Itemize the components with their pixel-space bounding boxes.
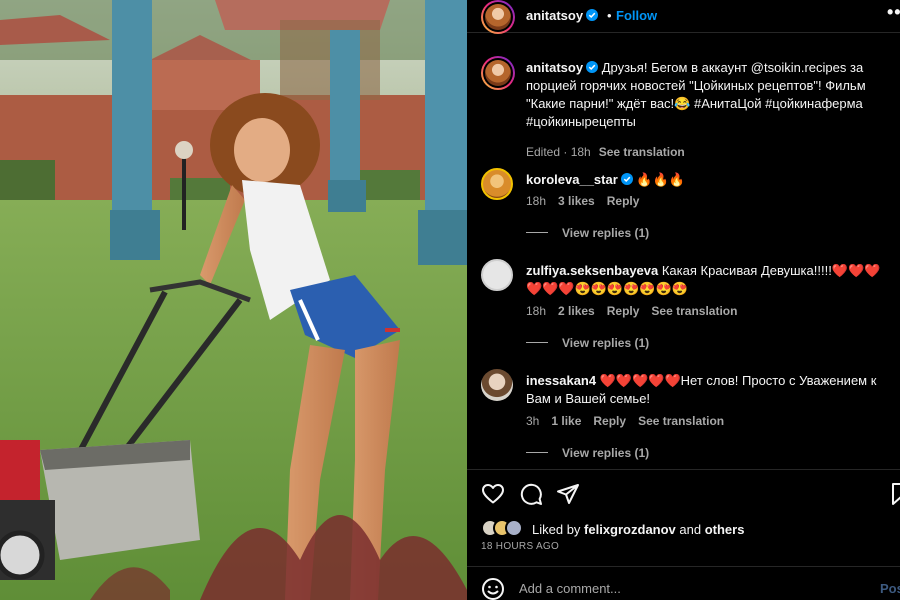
post-comment-button[interactable]: Post xyxy=(880,581,900,596)
comment-time: 18h xyxy=(526,194,547,208)
bookmark-icon[interactable] xyxy=(889,482,900,506)
comment-input[interactable] xyxy=(519,575,859,600)
liked-by-others-link[interactable]: others xyxy=(705,522,745,537)
author-username: anitatsoy xyxy=(526,8,584,23)
comment-likes[interactable]: 3 likes xyxy=(558,194,595,208)
story-ring xyxy=(481,0,515,34)
post-actions-bar xyxy=(467,478,900,510)
view-replies-label: View replies (1) xyxy=(562,226,650,240)
verified-badge-icon xyxy=(620,173,633,185)
post-timestamp[interactable]: 18 HOURS AGO xyxy=(481,541,559,552)
comment-reply-button[interactable]: Reply xyxy=(593,414,626,428)
caption-text: anitatsoy Друзья! Бегом в аккаунт @tsoik… xyxy=(526,59,896,161)
verified-badge-icon xyxy=(586,61,599,73)
view-replies-button[interactable]: View replies (1) xyxy=(526,336,649,350)
commenter-avatar[interactable] xyxy=(481,259,513,291)
view-replies-button[interactable]: View replies (1) xyxy=(526,446,649,460)
comment-meta: 18h 2 likes Reply See translation xyxy=(526,304,749,318)
comment-body: 🔥🔥🔥 xyxy=(632,172,685,187)
liked-by-user-link[interactable]: felixgrozdanov xyxy=(584,522,676,537)
comment-meta: 18h 3 likes Reply xyxy=(526,194,651,208)
emoji-icon[interactable] xyxy=(481,577,505,600)
liked-by-text: Liked by felixgrozdanov and others xyxy=(532,522,744,537)
comment-item: inessakan4 ❤️❤️❤️❤️❤️Нет слов! Просто с … xyxy=(481,369,891,464)
caption-see-translation[interactable]: See translation xyxy=(599,145,685,159)
comment-reply-button[interactable]: Reply xyxy=(607,304,640,318)
comment-username[interactable]: zulfiya.seksenbayeva xyxy=(526,263,658,278)
author-username-link[interactable]: anitatsoy xyxy=(526,8,599,23)
actions-divider xyxy=(467,469,900,470)
avatar-image xyxy=(485,60,511,86)
comment-reply-button[interactable]: Reply xyxy=(607,194,640,208)
avatar-image xyxy=(485,4,511,30)
post-header: anitatsoy • Follow ••• xyxy=(467,0,900,34)
replies-line xyxy=(526,232,548,233)
liker-avatars xyxy=(481,519,531,539)
comment-text: koroleva__star 🔥🔥🔥 xyxy=(526,171,886,189)
comment-time: 3h xyxy=(526,414,540,428)
comment-item: zulfiya.seksenbayeva Какая Красивая Деву… xyxy=(481,259,891,354)
story-ring xyxy=(481,56,515,90)
comment-text: zulfiya.seksenbayeva Какая Красивая Деву… xyxy=(526,262,886,298)
liked-by-row: Liked by felixgrozdanov and others xyxy=(481,518,891,540)
author-avatar[interactable] xyxy=(481,0,515,34)
caption-edited: Edited · 18h xyxy=(526,145,591,159)
liker-avatar xyxy=(505,519,523,537)
liked-by-prefix: Liked by xyxy=(532,522,585,537)
more-options-icon[interactable]: ••• xyxy=(887,2,900,23)
avatar-frame xyxy=(483,58,513,88)
comment-time: 18h xyxy=(526,304,547,318)
comment-likes[interactable]: 2 likes xyxy=(558,304,595,318)
comment-see-translation[interactable]: See translation xyxy=(638,414,724,428)
verified-badge-icon xyxy=(586,9,599,21)
caption-meta: Edited · 18h See translation xyxy=(526,143,896,161)
share-icon[interactable] xyxy=(556,482,580,506)
commenter-avatar[interactable] xyxy=(481,168,513,200)
comment-item: koroleva__star 🔥🔥🔥 18h 3 likes Reply View … xyxy=(481,168,891,248)
post-details-panel: anitatsoy • Follow ••• anitatsoy Друзья!… xyxy=(467,0,900,600)
replies-line xyxy=(526,342,548,343)
caption-username[interactable]: anitatsoy xyxy=(526,60,583,75)
liked-by-middle: and xyxy=(675,522,705,537)
avatar-frame xyxy=(483,2,513,32)
view-replies-button[interactable]: View replies (1) xyxy=(526,226,649,240)
post-image xyxy=(0,0,467,600)
comment-icon[interactable] xyxy=(519,482,543,506)
caption-avatar[interactable] xyxy=(481,56,515,90)
comment-see-translation[interactable]: See translation xyxy=(651,304,737,318)
view-replies-label: View replies (1) xyxy=(562,446,650,460)
comment-username[interactable]: koroleva__star xyxy=(526,172,618,187)
follow-button[interactable]: Follow xyxy=(616,8,657,23)
comment-text: inessakan4 ❤️❤️❤️❤️❤️Нет слов! Просто с … xyxy=(526,372,886,408)
header-separator: • xyxy=(607,8,612,23)
replies-line xyxy=(526,452,548,453)
commenter-avatar[interactable] xyxy=(481,369,513,401)
add-comment-bar: Post xyxy=(467,566,900,600)
comment-meta: 3h 1 like Reply See translation xyxy=(526,414,736,428)
post-photo xyxy=(0,0,467,600)
comment-likes[interactable]: 1 like xyxy=(551,414,581,428)
heart-icon[interactable] xyxy=(481,482,505,506)
comment-username[interactable]: inessakan4 xyxy=(526,373,596,388)
view-replies-label: View replies (1) xyxy=(562,336,650,350)
